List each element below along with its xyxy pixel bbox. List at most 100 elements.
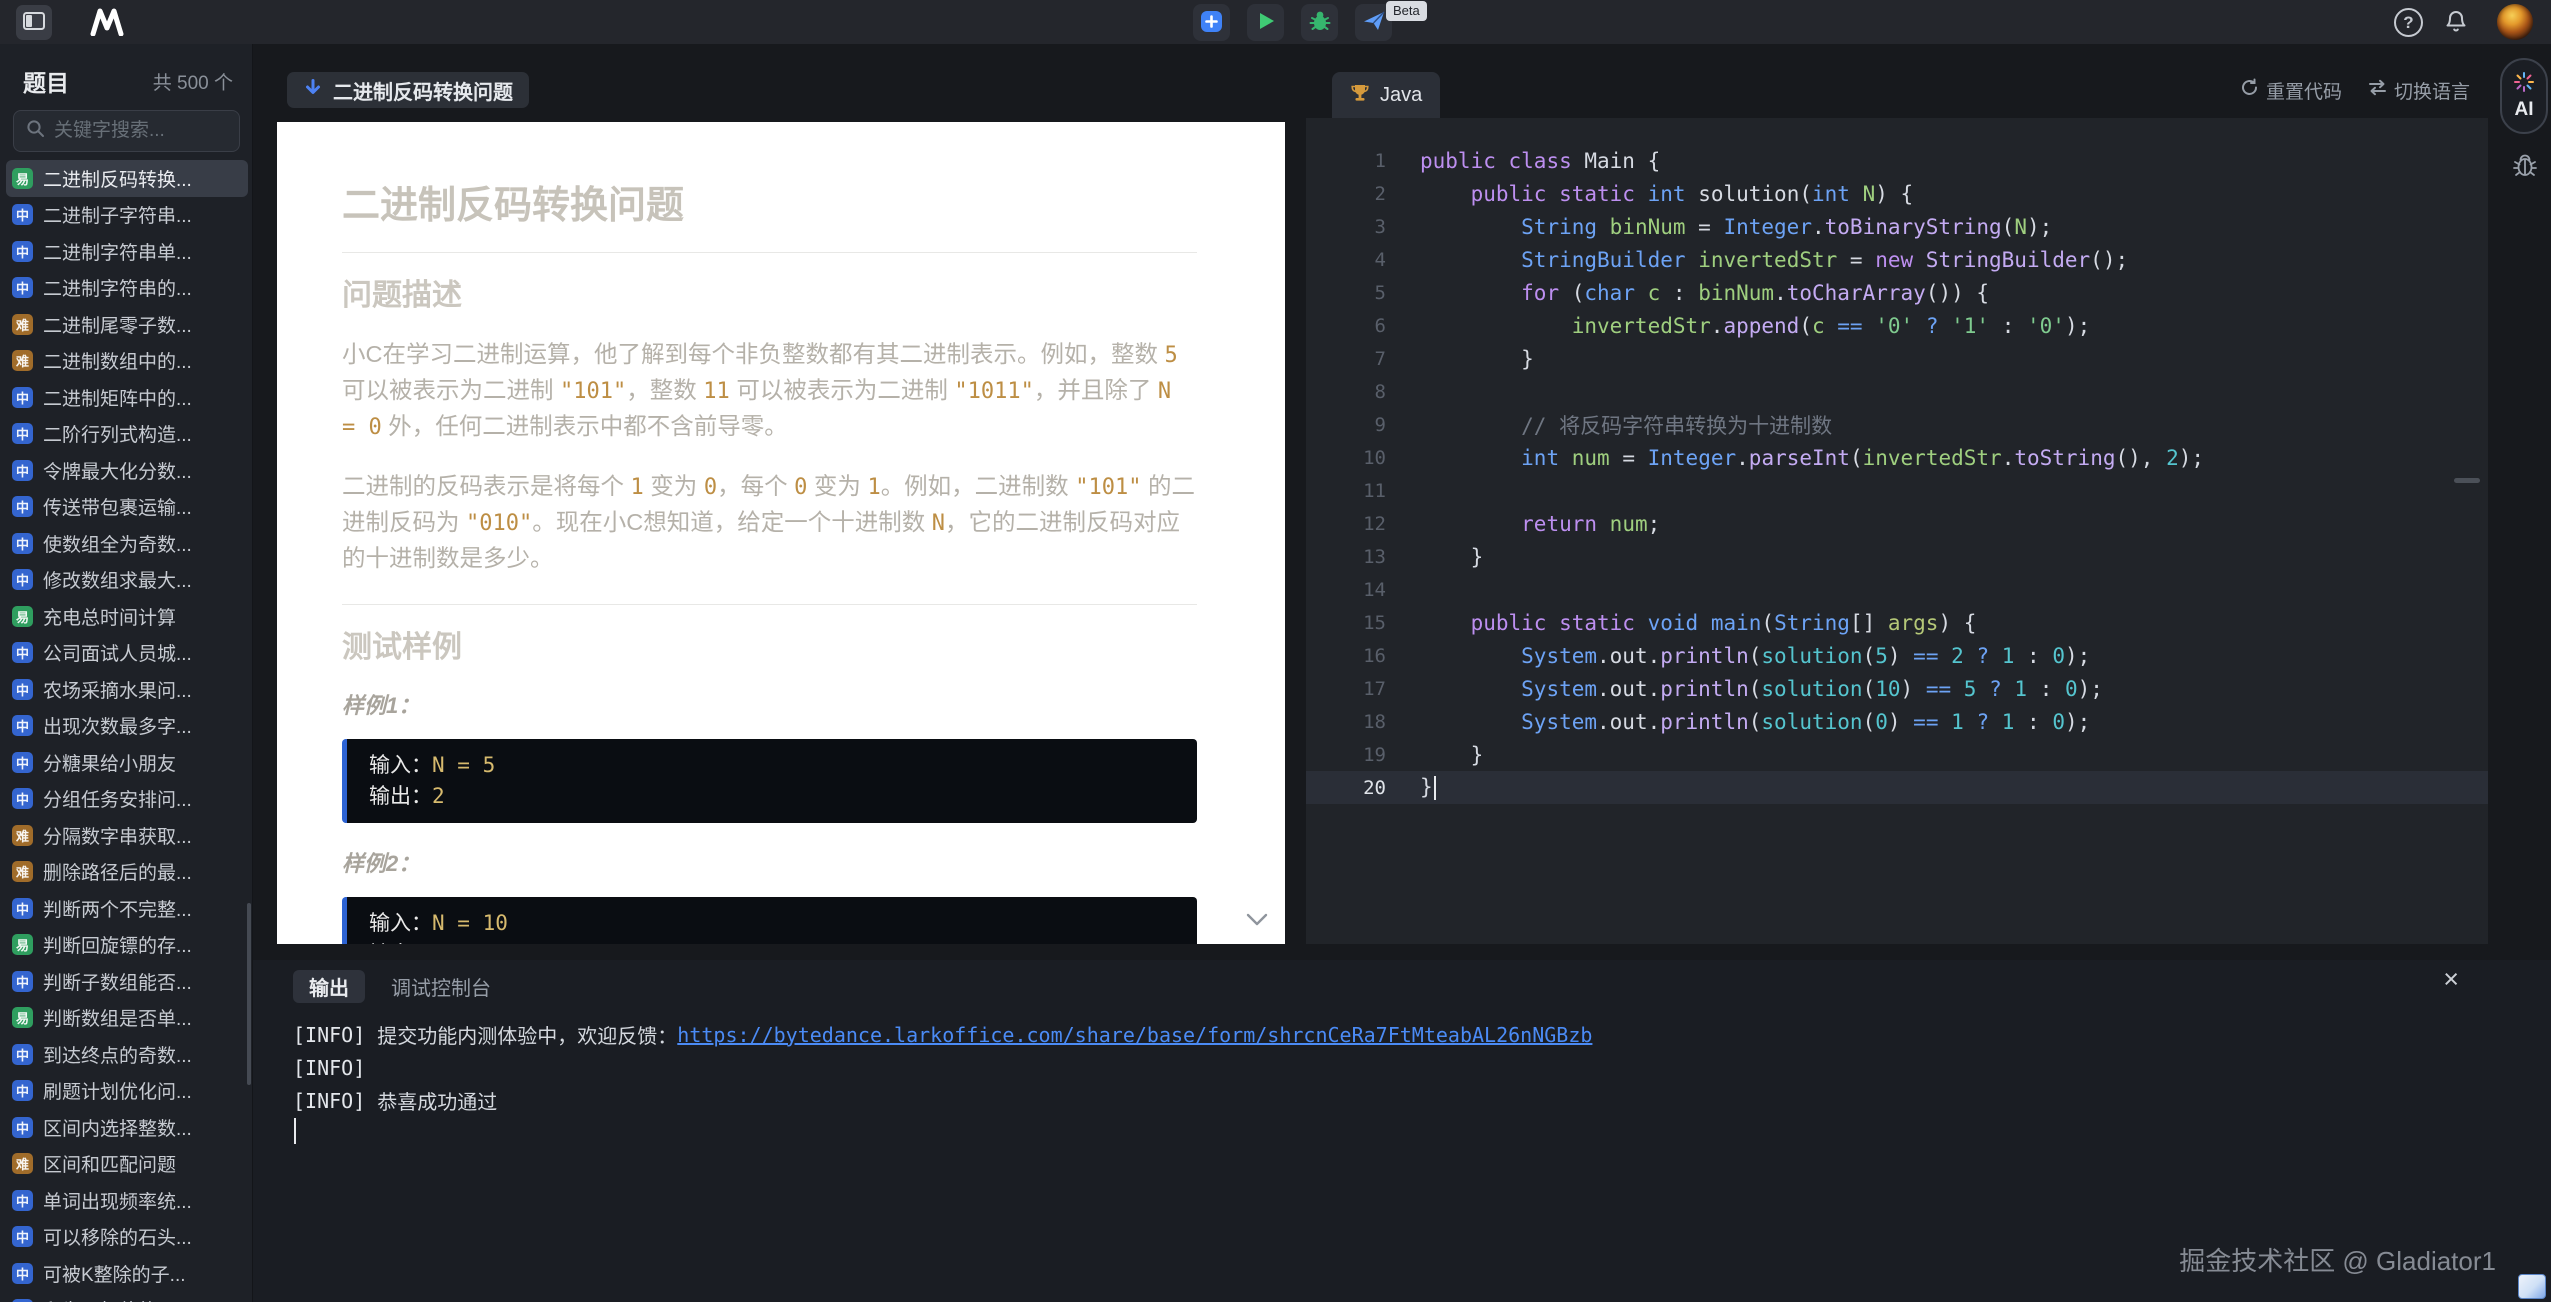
search-box[interactable] [13,110,299,152]
code-line[interactable]: 17 System.out.println(solution(10) == 5 … [1306,672,2488,705]
avatar[interactable] [2497,4,2533,40]
problem-item[interactable]: 难 二进制数组中的... [6,343,248,380]
language-tab[interactable]: Java [1332,72,1441,118]
problem-item[interactable]: 中 农场采摘水果问... [6,671,248,708]
code-line[interactable]: 6 invertedStr.append(c == '0' ? '1' : '0… [1306,309,2488,342]
difficulty-badge: 中 [12,970,33,992]
problem-item[interactable]: 中 刷题计划优化问... [6,1073,248,1110]
problem-item[interactable]: 难 区间和匹配问题 [6,1146,248,1183]
code-line[interactable]: 15 public static void main(String[] args… [1306,606,2488,639]
switch-language-label: 切换语言 [2393,82,2470,103]
close-console-button[interactable]: × [2443,966,2459,993]
problem-item[interactable]: 中 二进制字符串单... [6,233,248,270]
problem-item[interactable]: 易 判断回旋镖的存... [6,927,248,964]
sidebar-scrollbar[interactable] [247,903,251,1085]
marscode-logo[interactable] [88,6,126,38]
problem-item-label: 二进制数组中的... [43,352,192,374]
line-number: 15 [1363,611,1386,634]
debug-button[interactable] [1301,4,1338,41]
problem-item[interactable]: 中 出现次数最多字... [6,708,248,745]
screenshot-corner-icon[interactable] [2518,1274,2546,1299]
problem-item-label: 充电总时间计算 [43,607,177,629]
code-text: } [1420,742,1484,767]
problem-item[interactable]: 易 充电总时间计算 [6,598,248,635]
difficulty-badge: 难 [12,350,33,372]
code-line[interactable]: 16 System.out.println(solution(5) == 2 ?… [1306,639,2488,672]
tab-output[interactable]: 输出 [293,970,365,1003]
problem-item[interactable]: 中 可被K整除的子... [6,1255,248,1292]
difficulty-badge: 中 [12,1116,33,1138]
code-text: } [1420,544,1484,569]
code-line[interactable]: 19 } [1306,738,2488,771]
code-line[interactable]: 5 for (char c : binNum.toCharArray()) { [1306,276,2488,309]
editor-body[interactable]: 1 public class Main { 2 public static in… [1306,118,2488,944]
code-line[interactable]: 8 [1306,375,2488,408]
ai-assistant-button[interactable]: AI [2500,58,2548,134]
difficulty-badge: 中 [12,204,33,226]
problem-item[interactable]: 难 分隔数字串获取... [6,817,248,854]
problem-item[interactable]: 中 二进制字符串的... [6,270,248,307]
problem-item[interactable]: 中 分组任务安排问... [6,781,248,818]
problem-item[interactable]: 中 令牌最大化分数... [6,452,248,489]
code-line[interactable]: 18 System.out.println(solution(0) == 1 ?… [1306,705,2488,738]
code-line[interactable]: 14 [1306,573,2488,606]
editor-scrollbar-thumb[interactable] [2454,478,2480,483]
code-line[interactable]: 2 public static int solution(int N) { [1306,177,2488,210]
code-line[interactable]: 11 [1306,474,2488,507]
problem-item[interactable]: 中 二阶行列式构造... [6,416,248,453]
difficulty-badge: 中 [12,1080,33,1102]
problem-item[interactable]: 中 单词出现频率统... [6,1182,248,1219]
problem-item[interactable]: 易 二进制反码转换... [6,160,248,197]
problem-item[interactable]: 中 和为目标值的子... [6,1292,248,1302]
log-level: [INFO] [293,1055,366,1080]
problem-item[interactable]: 中 传送带包裹运输... [6,489,248,526]
problem-item-label: 到达终点的奇数... [43,1045,192,1067]
sidebar-title: 题目 [23,70,69,96]
difficulty-badge: 中 [12,423,33,445]
switch-language-button[interactable]: 切换语言 [2368,77,2470,104]
code-line[interactable]: 1 public class Main { [1306,144,2488,177]
problem-item[interactable]: 中 区间内选择整数... [6,1109,248,1146]
problem-item-label: 刷题计划优化问... [43,1082,192,1104]
code-line[interactable]: 3 String binNum = Integer.toBinaryString… [1306,210,2488,243]
help-button[interactable]: ? [2394,8,2423,37]
feedback-link[interactable]: https://bytedance.larkoffice.com/share/b… [677,1023,1592,1047]
problem-item[interactable]: 中 修改数组求最大... [6,562,248,599]
search-input[interactable] [54,120,299,142]
panel-left-icon [23,12,45,33]
code-line[interactable]: 9 // 将反码字符串转换为十进制数 [1306,408,2488,441]
reset-code-button[interactable]: 重置代码 [2240,77,2342,104]
run-button[interactable] [1247,4,1284,41]
difficulty-badge: 中 [12,277,33,299]
tab-debug-console[interactable]: 调试控制台 [375,970,507,1003]
reset-code-label: 重置代码 [2265,82,2342,103]
code-line[interactable]: 10 int num = Integer.parseInt(invertedSt… [1306,441,2488,474]
code-line[interactable]: 4 StringBuilder invertedStr = new String… [1306,243,2488,276]
sidebar-toggle-button[interactable] [16,5,52,40]
editor-cursor [1433,776,1436,800]
code-line[interactable]: 20 } [1306,771,2488,804]
code-line[interactable]: 13 } [1306,540,2488,573]
add-testcase-button[interactable] [1193,4,1230,41]
problem-item[interactable]: 难 二进制尾零子数... [6,306,248,343]
problem-tab[interactable]: 二进制反码转换问题 [287,72,529,108]
problem-item[interactable]: 中 判断两个不完整... [6,890,248,927]
problem-item[interactable]: 易 判断数组是否单... [6,1000,248,1037]
problem-item[interactable]: 中 判断子数组能否... [6,963,248,1000]
sample2-label: 样例2： [342,851,421,876]
problem-item[interactable]: 中 可以移除的石头... [6,1219,248,1256]
code-line[interactable]: 7 } [1306,342,2488,375]
problem-item[interactable]: 难 删除路径后的最... [6,854,248,891]
problem-item[interactable]: 中 二进制矩阵中的... [6,379,248,416]
problem-item[interactable]: 中 二进制子字符串... [6,197,248,234]
scroll-down-chevron-icon[interactable] [1245,913,1269,932]
code-line[interactable]: 12 return num; [1306,507,2488,540]
problem-item[interactable]: 中 使数组全为奇数... [6,525,248,562]
notifications-button[interactable] [2442,8,2470,36]
code-text: System.out.println(solution(0) == 1 ? 1 … [1521,709,2091,734]
feedback-bug-button[interactable] [2510,150,2540,182]
problem-item[interactable]: 中 到达终点的奇数... [6,1036,248,1073]
problem-item[interactable]: 中 公司面试人员城... [6,635,248,672]
problem-item[interactable]: 中 分糖果给小朋友 [6,744,248,781]
problem-item-label: 分隔数字串获取... [43,826,192,848]
